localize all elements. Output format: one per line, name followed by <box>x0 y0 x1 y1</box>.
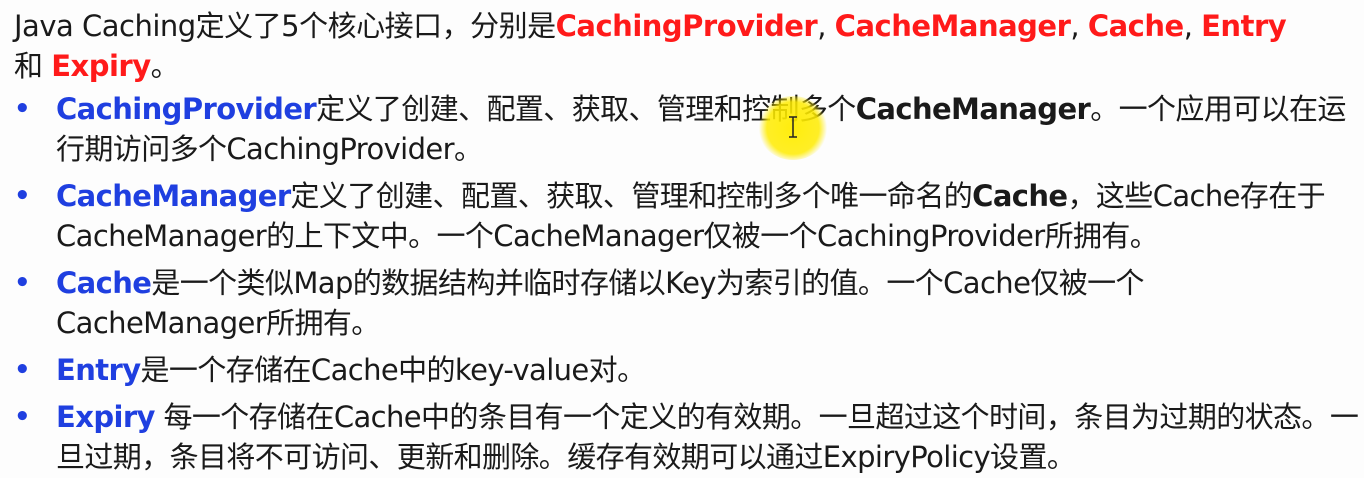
bullet-text: 定义了创建、配置、获取、管理和控制多个唯一命名的 <box>290 179 973 213</box>
bullet-text: 是一个类似Map的数据结构并临时存储以Key为索引的值。一个Cache仅被一个 <box>151 266 1144 300</box>
intro-separator: , <box>1183 9 1202 43</box>
bullet-text: 每一个存储在Cache中的条目有一个定义的有效期。一旦超过这个时间，条目为过期的… <box>56 400 1359 474</box>
intro-separator: , <box>1070 9 1088 43</box>
bullet-bold-term: CacheManager <box>855 92 1091 126</box>
bullet-term: Entry <box>56 353 141 387</box>
list-item: • Entry是一个存储在Cache中的key-value对。 <box>14 350 1359 390</box>
intro-term-expiry: Expiry <box>51 49 151 83</box>
intro-separator: , <box>817 9 835 43</box>
intro-term-cachingprovider: CachingProvider <box>555 9 818 43</box>
bullet-text: 定义了创建、配置、获取、管理和控制多个 <box>316 92 856 126</box>
list-item: • Expiry 每一个存储在Cache中的条目有一个定义的有效期。一旦超过这个… <box>14 397 1359 477</box>
bullet-text: CacheManager所拥有。 <box>56 306 380 340</box>
intro-suffix: 。 <box>150 49 180 83</box>
slide: Java Caching定义了5个核心接口，分别是CachingProvider… <box>0 0 1364 478</box>
bullet-icon: • <box>14 355 31 385</box>
bullet-term: Cache <box>56 266 152 300</box>
list-item: • CacheManager定义了创建、配置、获取、管理和控制多个唯一命名的Ca… <box>14 176 1359 256</box>
bullet-bold-term: Cache <box>972 179 1068 213</box>
bullet-icon: • <box>14 402 31 432</box>
intro-prefix: Java Caching定义了5个核心接口，分别是 <box>14 9 556 43</box>
bullet-term: Expiry <box>56 400 155 434</box>
bullet-term: CachingProvider <box>56 92 317 126</box>
intro-term-cache: Cache <box>1087 9 1184 43</box>
bullet-icon: • <box>14 181 31 211</box>
intro-term-cachemanager: CacheManager <box>834 9 1071 43</box>
bullet-term: CacheManager <box>56 179 291 213</box>
intro-paragraph: Java Caching定义了5个核心接口，分别是CachingProvider… <box>14 6 1354 86</box>
bullet-text: 是一个存储在Cache中的key-value对。 <box>140 353 647 387</box>
bullet-icon: • <box>14 94 31 124</box>
bullet-list: • CachingProvider定义了创建、配置、获取、管理和控制多个Cach… <box>14 89 1359 484</box>
list-item: • CachingProvider定义了创建、配置、获取、管理和控制多个Cach… <box>14 89 1359 169</box>
bullet-icon: • <box>14 268 31 298</box>
list-item: • Cache是一个类似Map的数据结构并临时存储以Key为索引的值。一个Cac… <box>14 263 1359 343</box>
intro-term-entry: Entry <box>1201 9 1287 43</box>
intro-line2-prefix: 和 <box>14 49 52 83</box>
